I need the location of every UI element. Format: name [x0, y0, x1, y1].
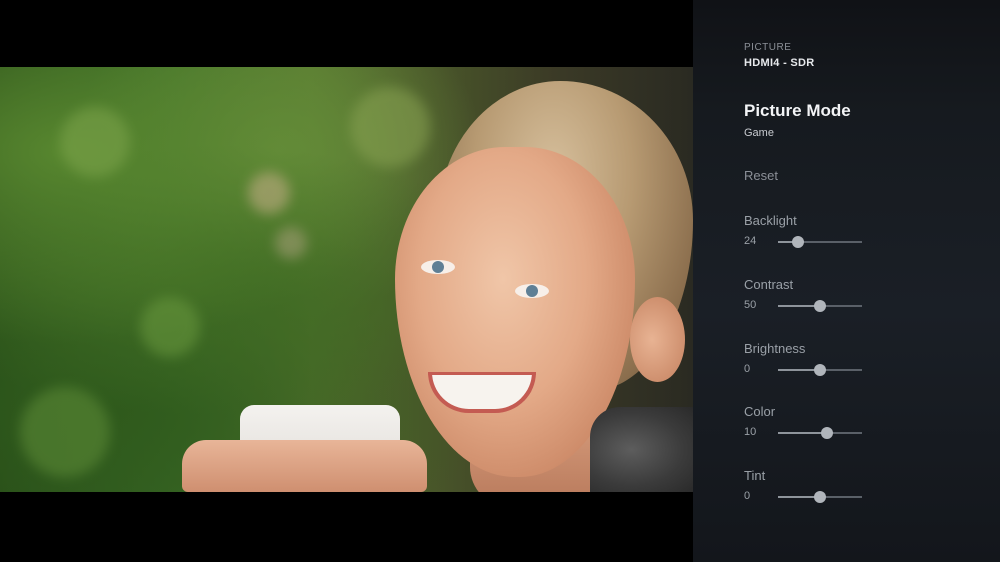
- slider-fill: [778, 432, 827, 434]
- setting-label: Brightness: [744, 341, 806, 356]
- woman-sweater: [590, 407, 693, 492]
- setting-brightness[interactable]: Brightness 0: [744, 341, 874, 381]
- reset-button[interactable]: Reset: [744, 168, 778, 183]
- video-content-image: [0, 67, 693, 492]
- picture-mode-title[interactable]: Picture Mode: [744, 101, 851, 121]
- setting-value: 0: [744, 490, 751, 502]
- woman-ear: [630, 297, 685, 382]
- setting-contrast[interactable]: Contrast 50: [744, 277, 874, 317]
- slider-thumb[interactable]: [814, 491, 826, 503]
- background-bokeh: [140, 297, 200, 357]
- color-slider[interactable]: [778, 427, 862, 439]
- background-bokeh: [350, 87, 430, 167]
- setting-backlight[interactable]: Backlight 24: [744, 213, 874, 253]
- setting-value: 0: [744, 363, 751, 375]
- setting-value: 10: [744, 426, 757, 438]
- tv-screen: PICTURE HDMI4 - SDR Picture Mode Game Re…: [0, 0, 1000, 562]
- setting-color[interactable]: Color 10: [744, 404, 874, 444]
- backlight-slider[interactable]: [778, 236, 862, 248]
- background-bokeh: [20, 387, 110, 477]
- picture-mode-value: Game: [744, 127, 774, 139]
- slider-thumb[interactable]: [820, 427, 833, 439]
- setting-label: Backlight: [744, 213, 797, 228]
- woman-eye-right: [515, 284, 549, 298]
- setting-value: 24: [744, 235, 757, 247]
- setting-label: Contrast: [744, 277, 794, 292]
- setting-tint[interactable]: Tint 0: [744, 468, 874, 508]
- brightness-slider[interactable]: [778, 364, 862, 376]
- woman-hand: [182, 440, 427, 492]
- input-source-label: HDMI4 - SDR: [744, 57, 815, 69]
- setting-value: 50: [744, 299, 757, 311]
- background-bokeh: [248, 172, 290, 214]
- slider-thumb[interactable]: [792, 236, 805, 248]
- setting-label: Tint: [744, 468, 766, 483]
- slider-thumb[interactable]: [814, 364, 826, 376]
- contrast-slider[interactable]: [778, 300, 862, 312]
- slider-thumb[interactable]: [814, 300, 826, 312]
- setting-label: Color: [744, 404, 776, 419]
- panel-section-label: PICTURE: [744, 42, 792, 53]
- background-bokeh: [275, 227, 307, 259]
- background-bokeh: [60, 107, 130, 177]
- woman-eye-left: [421, 260, 455, 274]
- tint-slider[interactable]: [778, 491, 862, 503]
